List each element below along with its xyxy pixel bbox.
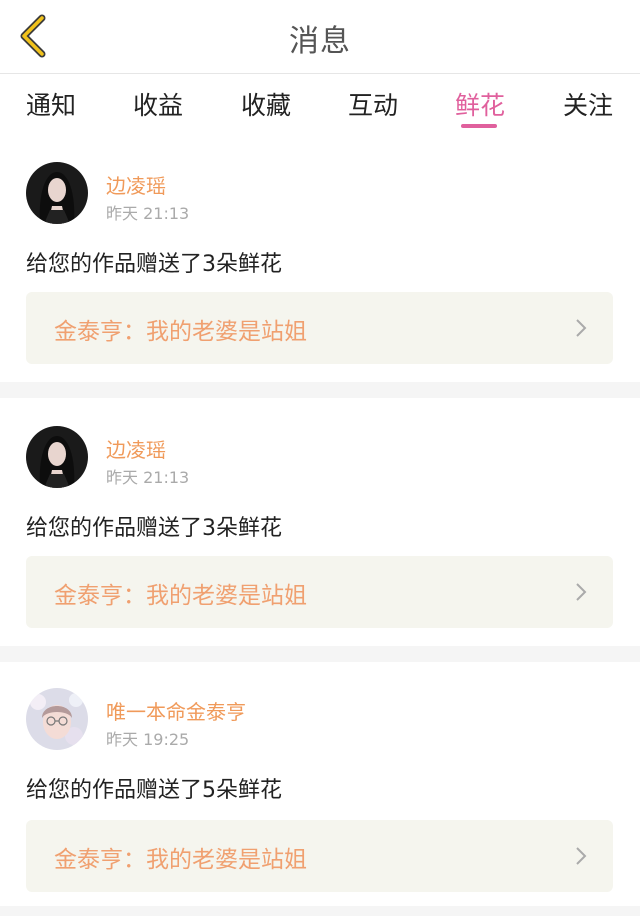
avatar[interactable] bbox=[26, 426, 88, 488]
work-link[interactable]: 金泰亨：我的老婆是站姐 bbox=[26, 820, 613, 892]
work-link[interactable]: 金泰亨：我的老婆是站姐 bbox=[26, 556, 613, 628]
work-title: 金泰亨：我的老婆是站姐 bbox=[54, 319, 307, 345]
timestamp: 昨天 21:13 bbox=[106, 204, 190, 223]
gift-message: 给您的作品赠送了3朵鲜花 bbox=[26, 252, 282, 277]
chevron-right-icon bbox=[576, 583, 587, 601]
list-item: 边凌瑶 昨天 21:13 给您的作品赠送了3朵鲜花 金泰亨：我的老婆是站姐 bbox=[0, 144, 640, 382]
chevron-right-icon bbox=[576, 847, 587, 865]
tab-follows[interactable]: 关注 bbox=[563, 86, 613, 122]
tab-notifications[interactable]: 通知 bbox=[26, 86, 76, 122]
tab-bar: 通知 收益 收藏 互动 鲜花 关注 bbox=[0, 74, 640, 144]
list-item: 唯一本命金泰亨 昨天 19:25 给您的作品赠送了5朵鲜花 金泰亨：我的老婆是站… bbox=[0, 662, 640, 906]
work-title: 金泰亨：我的老婆是站姐 bbox=[54, 847, 307, 873]
work-title: 金泰亨：我的老婆是站姐 bbox=[54, 583, 307, 609]
tab-earnings[interactable]: 收益 bbox=[133, 86, 183, 122]
list-item: 边凌瑶 昨天 21:13 给您的作品赠送了3朵鲜花 金泰亨：我的老婆是站姐 bbox=[0, 398, 640, 646]
sender-name[interactable]: 边凌瑶 bbox=[106, 434, 166, 463]
page-title: 消息 bbox=[289, 24, 351, 59]
sender-name[interactable]: 唯一本命金泰亨 bbox=[106, 696, 246, 725]
chevron-right-icon bbox=[576, 319, 587, 337]
bottom-spacer bbox=[0, 906, 640, 916]
top-bar: 消息 bbox=[0, 0, 640, 74]
active-tab-indicator bbox=[461, 124, 497, 128]
sender-name[interactable]: 边凌瑶 bbox=[106, 170, 166, 199]
avatar[interactable] bbox=[26, 162, 88, 224]
tab-favorites[interactable]: 收藏 bbox=[241, 86, 291, 122]
work-link[interactable]: 金泰亨：我的老婆是站姐 bbox=[26, 292, 613, 364]
gift-message: 给您的作品赠送了3朵鲜花 bbox=[26, 516, 282, 541]
timestamp: 昨天 21:13 bbox=[106, 468, 190, 487]
tab-flowers[interactable]: 鲜花 bbox=[455, 86, 505, 122]
timestamp: 昨天 19:25 bbox=[106, 730, 190, 749]
tab-interactions[interactable]: 互动 bbox=[348, 86, 398, 122]
avatar[interactable] bbox=[26, 688, 88, 750]
gift-message: 给您的作品赠送了5朵鲜花 bbox=[26, 778, 282, 803]
